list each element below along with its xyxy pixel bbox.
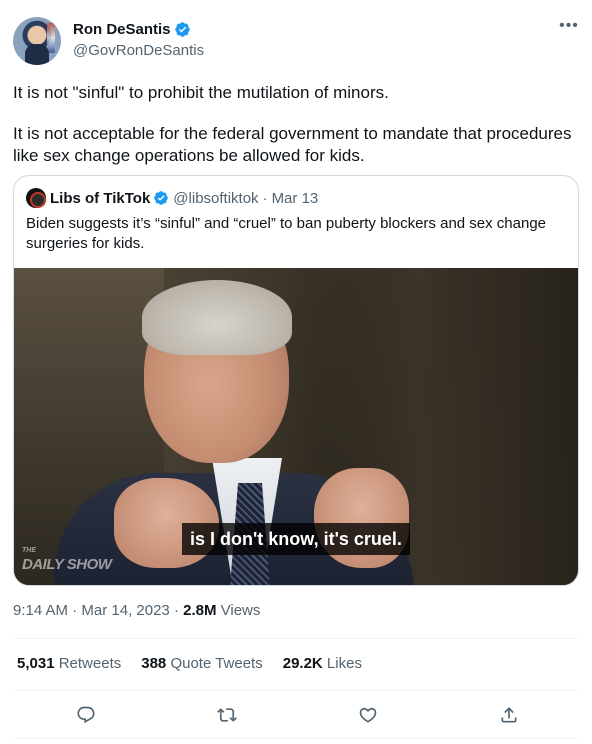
retweet-button[interactable] bbox=[214, 702, 240, 728]
more-icon[interactable]: ••• bbox=[559, 18, 579, 41]
likes-stat[interactable]: 29.2K Likes bbox=[283, 655, 362, 672]
avatar-figure bbox=[25, 44, 49, 65]
tweet-time[interactable]: 9:14 AM bbox=[13, 602, 68, 619]
views-count: 2.8M bbox=[183, 602, 217, 619]
quoted-author-name: Libs of TikTok bbox=[50, 189, 151, 207]
divider bbox=[13, 738, 579, 739]
like-button[interactable] bbox=[355, 702, 381, 728]
author-name-row: Ron DeSantis bbox=[73, 21, 191, 38]
quoted-author-handle: @libsoftiktok bbox=[173, 189, 259, 207]
verified-badge-icon bbox=[174, 22, 190, 37]
divider bbox=[13, 690, 579, 691]
tweet-stats: 5,031 Retweets 388 Quote Tweets 29.2K Li… bbox=[17, 655, 382, 672]
retweet-icon bbox=[217, 708, 237, 722]
video-figure-hair bbox=[142, 280, 292, 355]
reply-button[interactable] bbox=[73, 702, 99, 728]
tweet-meta: 9:14 AM · Mar 14, 2023 · 2.8M Views bbox=[13, 602, 261, 619]
quoted-separator: · bbox=[262, 189, 268, 207]
share-button[interactable] bbox=[496, 702, 522, 728]
views-label: Views bbox=[216, 602, 261, 619]
retweets-stat[interactable]: 5,031 Retweets bbox=[17, 655, 121, 672]
daily-show-watermark: THE DAILY SHOW bbox=[22, 547, 112, 573]
quoted-tweet-header: Libs of TikTok @libsoftiktok · Mar 13 bbox=[26, 188, 318, 208]
tweet-date[interactable]: Mar 14, 2023 bbox=[81, 602, 169, 619]
author-handle[interactable]: @GovRonDeSantis bbox=[73, 42, 204, 59]
tweet-actions bbox=[13, 702, 579, 728]
quoted-date: Mar 13 bbox=[271, 189, 319, 207]
tweet-text-paragraph-1: It is not "sinful" to prohibit the mutil… bbox=[13, 83, 389, 102]
tweet-header: Ron DeSantis @GovRonDeSantis ••• bbox=[13, 17, 579, 65]
avatar-flag bbox=[47, 23, 55, 53]
tweet-text-paragraph-2: It is not acceptable for the federal gov… bbox=[13, 124, 572, 165]
quoted-video[interactable]: THE DAILY SHOW is I don't know, it's cru… bbox=[14, 268, 578, 585]
share-icon bbox=[501, 707, 517, 723]
like-icon bbox=[359, 707, 377, 723]
quoted-tweet-text: Biden suggests it’s “sinful” and “cruel”… bbox=[26, 215, 547, 252]
divider bbox=[13, 638, 579, 639]
author-avatar[interactable] bbox=[13, 17, 61, 65]
reply-icon bbox=[77, 706, 95, 724]
verified-badge-icon bbox=[154, 191, 169, 205]
quoted-author-avatar bbox=[26, 188, 46, 208]
video-caption: is I don't know, it's cruel. bbox=[182, 523, 410, 555]
quote-tweets-stat[interactable]: 388 Quote Tweets bbox=[141, 655, 262, 672]
quoted-tweet[interactable]: Libs of TikTok @libsoftiktok · Mar 13 Bi… bbox=[13, 175, 579, 586]
author-name[interactable]: Ron DeSantis bbox=[73, 21, 171, 38]
tweet[interactable]: Ron DeSantis @GovRonDeSantis ••• It is n… bbox=[0, 0, 592, 744]
